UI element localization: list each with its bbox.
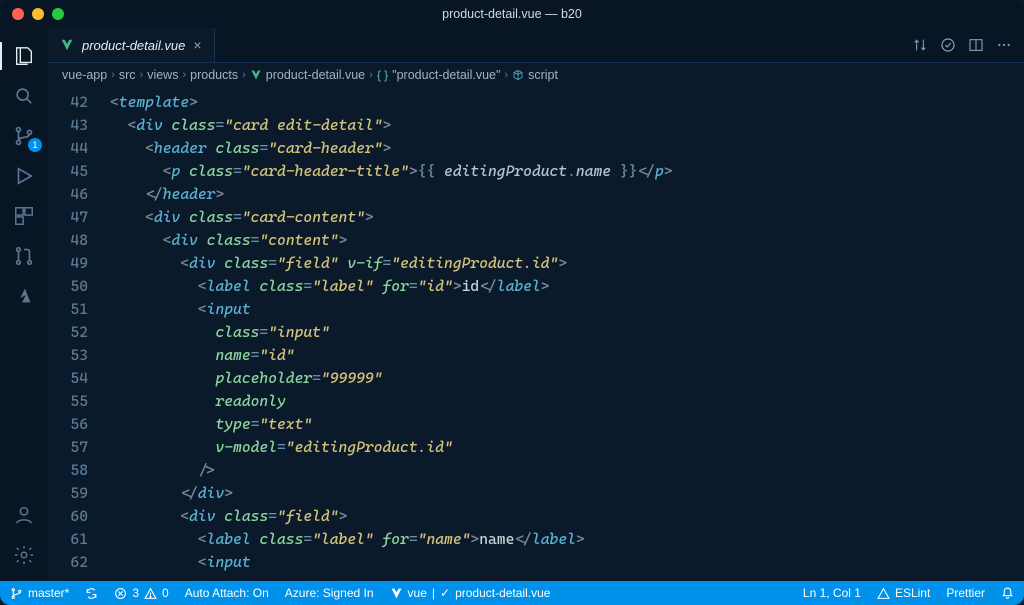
branch-icon bbox=[10, 587, 23, 600]
tabs-bar: product-detail.vue × bbox=[48, 28, 1024, 63]
status-cursor[interactable]: Ln 1, Col 1 bbox=[803, 586, 861, 600]
gear-icon bbox=[13, 544, 35, 566]
window-title: product-detail.vue — b20 bbox=[0, 7, 1024, 21]
activity-search[interactable] bbox=[0, 76, 48, 116]
breadcrumbs[interactable]: vue-app › src › views › products › produ… bbox=[48, 63, 1024, 87]
status-azure[interactable]: Azure: Signed In bbox=[285, 586, 374, 600]
vscode-window: product-detail.vue — b20 1 bbox=[0, 0, 1024, 605]
maximize-window-button[interactable] bbox=[52, 8, 64, 20]
window-controls bbox=[0, 8, 64, 20]
account-icon bbox=[13, 504, 35, 526]
crumb-vue-app: vue-app bbox=[62, 68, 107, 82]
titlebar: product-detail.vue — b20 bbox=[0, 0, 1024, 28]
azure-icon bbox=[13, 285, 35, 307]
scm-badge: 1 bbox=[28, 138, 42, 152]
status-branch[interactable]: master* bbox=[10, 586, 69, 600]
play-icon bbox=[13, 165, 35, 187]
search-icon bbox=[13, 85, 35, 107]
activity-source-control[interactable]: 1 bbox=[0, 116, 48, 156]
run-ok-icon[interactable] bbox=[940, 37, 956, 53]
activity-settings[interactable] bbox=[0, 535, 48, 575]
activity-accounts[interactable] bbox=[0, 495, 48, 535]
close-window-button[interactable] bbox=[12, 8, 24, 20]
editor-toolbar bbox=[912, 28, 1024, 62]
activity-extensions[interactable] bbox=[0, 196, 48, 236]
cube-icon bbox=[512, 69, 524, 81]
main-area: 1 bbox=[0, 28, 1024, 581]
code-editor[interactable]: 4243444546474849505152535455565758596061… bbox=[48, 87, 1024, 581]
bell-icon bbox=[1001, 587, 1014, 600]
vue-icon bbox=[390, 587, 403, 600]
git-pr-icon bbox=[13, 245, 35, 267]
line-number-gutter: 4243444546474849505152535455565758596061… bbox=[48, 87, 102, 581]
activity-run-debug[interactable] bbox=[0, 156, 48, 196]
diff-icon[interactable] bbox=[912, 37, 928, 53]
tab-close-icon[interactable]: × bbox=[193, 37, 201, 53]
crumb-src: src bbox=[119, 68, 136, 82]
crumb-products: products bbox=[190, 68, 238, 82]
tab-label: product-detail.vue bbox=[82, 38, 185, 53]
warning-icon bbox=[877, 587, 890, 600]
crumb-views: views bbox=[147, 68, 178, 82]
status-eslint[interactable]: ESLint bbox=[877, 586, 930, 600]
activity-bar: 1 bbox=[0, 28, 48, 581]
status-notifications[interactable] bbox=[1001, 587, 1014, 600]
tab-product-detail[interactable]: product-detail.vue × bbox=[48, 28, 215, 62]
editor-group: product-detail.vue × vue-app › src › vie… bbox=[48, 28, 1024, 581]
vue-file-icon bbox=[250, 69, 262, 81]
crumb-symbol-script: script bbox=[512, 68, 558, 82]
sync-icon bbox=[85, 587, 98, 600]
vue-file-icon bbox=[60, 38, 74, 52]
warning-icon bbox=[144, 587, 157, 600]
activity-git-graph[interactable] bbox=[0, 236, 48, 276]
braces-icon: { } bbox=[377, 68, 388, 82]
more-icon[interactable] bbox=[996, 37, 1012, 53]
status-sync[interactable] bbox=[85, 587, 98, 600]
extensions-icon bbox=[13, 205, 35, 227]
activity-azure[interactable] bbox=[0, 276, 48, 316]
files-icon bbox=[13, 45, 35, 67]
status-bar: master* 3 0 Auto Attach: On Azure: Signe… bbox=[0, 581, 1024, 605]
status-prettier[interactable]: Prettier bbox=[946, 586, 985, 600]
status-problems[interactable]: 3 0 bbox=[114, 586, 168, 600]
activity-explorer[interactable] bbox=[0, 36, 48, 76]
error-icon bbox=[114, 587, 127, 600]
crumb-file: product-detail.vue bbox=[250, 68, 365, 82]
status-auto-attach[interactable]: Auto Attach: On bbox=[185, 586, 269, 600]
crumb-symbol-root: { } "product-detail.vue" bbox=[377, 68, 501, 82]
status-vue-ls[interactable]: vue | ✓ product-detail.vue bbox=[390, 586, 551, 600]
split-editor-icon[interactable] bbox=[968, 37, 984, 53]
code-source[interactable]: <template> <div class="card edit-detail"… bbox=[102, 87, 1024, 581]
minimize-window-button[interactable] bbox=[32, 8, 44, 20]
